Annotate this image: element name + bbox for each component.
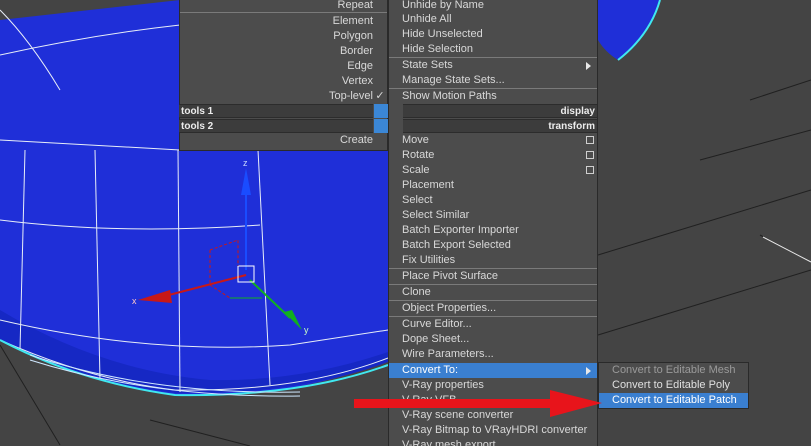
convert-to-submenu: Convert to Editable Mesh Convert to Edit…	[598, 362, 749, 409]
menu-item-object-properties[interactable]: Object Properties...	[389, 301, 597, 316]
y-axis-label: y	[304, 325, 309, 335]
menu-item-clone[interactable]: Clone	[389, 285, 597, 300]
menu-item-fix-utilities[interactable]: Fix Utilities	[389, 253, 597, 268]
menu-item-hide-selection[interactable]: Hide Selection	[389, 42, 597, 57]
menu-item-curve-editor[interactable]: Curve Editor...	[389, 317, 597, 332]
menu-item-place-pivot-surface[interactable]: Place Pivot Surface	[389, 269, 597, 284]
menu-item-show-motion-paths[interactable]: Show Motion Paths	[389, 89, 597, 104]
quad-header-display: display	[403, 104, 597, 118]
annotation-arrow	[354, 390, 602, 417]
menu-item-convert-editable-mesh[interactable]: Convert to Editable Mesh	[599, 363, 748, 378]
menu-item-convert-editable-patch[interactable]: Convert to Editable Patch	[599, 393, 748, 408]
submenu-arrow-icon	[586, 367, 591, 375]
menu-item-dope-sheet[interactable]: Dope Sheet...	[389, 332, 597, 347]
quad-selector-top-left[interactable]	[374, 104, 388, 118]
z-axis-label: z	[243, 158, 248, 168]
menu-item-edge[interactable]: Edge	[180, 59, 387, 74]
menu-item-placement[interactable]: Placement	[389, 178, 597, 193]
quad-selector-bottom-left[interactable]	[374, 119, 388, 133]
menu-item-vray-bitmap-converter[interactable]: V-Ray Bitmap to VRayHDRI converter	[389, 423, 597, 438]
menu-item-manage-state-sets[interactable]: Manage State Sets...	[389, 73, 597, 88]
menu-item-state-sets-label: State Sets	[402, 59, 453, 71]
menu-item-scale[interactable]: Scale	[389, 163, 597, 178]
quad-header-transform: transform	[403, 119, 597, 133]
menu-item-create[interactable]: Create	[180, 133, 387, 148]
menu-item-select-similar[interactable]: Select Similar	[389, 208, 597, 223]
menu-item-state-sets[interactable]: State Sets	[389, 58, 597, 73]
menu-item-batch-exporter-importer[interactable]: Batch Exporter Importer	[389, 223, 597, 238]
menu-item-move[interactable]: Move	[389, 133, 597, 148]
menu-item-vertex[interactable]: Vertex	[180, 74, 387, 89]
quad-header-tools1: tools 1	[179, 104, 373, 118]
menu-item-top-level[interactable]: Top-level ✓	[180, 89, 387, 104]
menu-item-wire-parameters[interactable]: Wire Parameters...	[389, 347, 597, 362]
settings-box-icon[interactable]	[586, 151, 594, 159]
menu-item-batch-export-selected[interactable]: Batch Export Selected	[389, 238, 597, 253]
menu-item-convert-editable-poly[interactable]: Convert to Editable Poly	[599, 378, 748, 393]
quad-menu-display-transform: Unhide by Name Unhide All Hide Unselecte…	[388, 0, 598, 446]
menu-item-rotate-label: Rotate	[402, 149, 435, 161]
menu-item-unhide-all[interactable]: Unhide All	[389, 12, 597, 27]
menu-item-convert-to-label: Convert To:	[402, 364, 459, 376]
menu-item-move-label: Move	[402, 134, 429, 146]
menu-item-border[interactable]: Border	[180, 44, 387, 59]
quad-header-tools2: tools 2	[179, 119, 373, 133]
menu-item-hide-unselected[interactable]: Hide Unselected	[389, 27, 597, 42]
checkmark-icon: ✓	[375, 90, 385, 102]
settings-box-icon[interactable]	[586, 166, 594, 174]
settings-box-icon[interactable]	[586, 136, 594, 144]
menu-item-element[interactable]: Element	[180, 14, 387, 29]
menu-item-top-level-label: Top-level	[328, 90, 373, 102]
submenu-arrow-icon	[586, 62, 591, 70]
menu-item-vray-mesh-export[interactable]: V-Ray mesh export	[389, 438, 597, 446]
menu-item-convert-to[interactable]: Convert To:	[389, 363, 597, 378]
x-axis-label: x	[132, 296, 137, 306]
menu-item-select[interactable]: Select	[389, 193, 597, 208]
menu-item-rotate[interactable]: Rotate	[389, 148, 597, 163]
menu-item-polygon[interactable]: Polygon	[180, 29, 387, 44]
menu-item-scale-label: Scale	[402, 164, 430, 176]
